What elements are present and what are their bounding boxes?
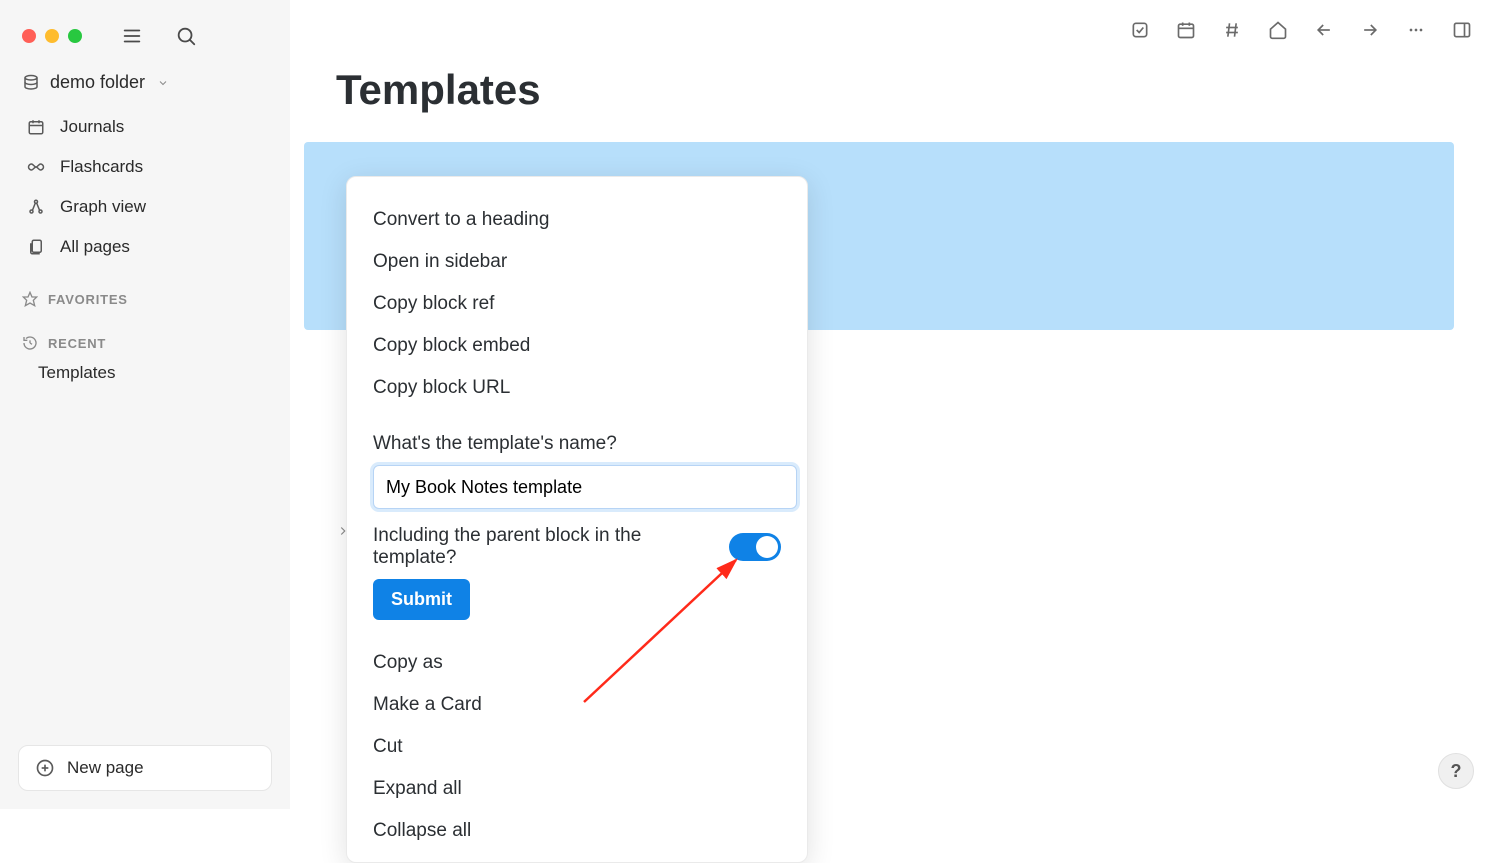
sidebar-item-allpages[interactable]: All pages (22, 227, 268, 267)
home-icon (1268, 20, 1288, 40)
help-button[interactable]: ? (1438, 753, 1474, 789)
menu-icon (121, 25, 143, 47)
ctx-copy-as[interactable]: Copy as (373, 642, 781, 684)
ctx-make-card[interactable]: Make a Card (373, 684, 781, 726)
template-name-prompt: What's the template's name? (373, 427, 781, 465)
chevron-down-icon (157, 77, 169, 89)
graph-name: demo folder (50, 72, 145, 93)
sidebar-item-label: All pages (60, 237, 130, 257)
favorites-label: FAVORITES (48, 292, 128, 307)
new-page-button[interactable]: New page (18, 745, 272, 791)
database-icon (22, 74, 40, 92)
recent-item-label: Templates (38, 363, 115, 382)
hash-button[interactable] (1216, 14, 1248, 46)
ctx-collapse-all[interactable]: Collapse all (373, 810, 781, 852)
calendar-icon (27, 118, 45, 136)
ctx-cut[interactable]: Cut (373, 726, 781, 768)
plus-circle-icon (35, 758, 55, 778)
more-button[interactable] (1400, 14, 1432, 46)
toggle-knob (756, 536, 778, 558)
template-name-input[interactable] (373, 465, 797, 509)
top-toolbar (290, 0, 1500, 46)
recent-label: RECENT (48, 336, 106, 351)
back-button[interactable] (1308, 14, 1340, 46)
sidebar-item-journals[interactable]: Journals (22, 107, 268, 147)
forward-button[interactable] (1354, 14, 1386, 46)
ctx-copy-block-url[interactable]: Copy block URL (373, 367, 781, 409)
pages-icon (27, 238, 45, 256)
home-button[interactable] (1262, 14, 1294, 46)
sidebar-nav: Journals Flashcards Graph view All pages (0, 99, 290, 267)
block-context-menu: Convert to a heading Open in sidebar Cop… (346, 176, 808, 863)
window-controls-row (0, 0, 290, 60)
todo-button[interactable] (1124, 14, 1156, 46)
new-page-label: New page (67, 758, 144, 778)
close-window-icon[interactable] (22, 29, 36, 43)
sidebar-item-label: Journals (60, 117, 124, 137)
include-parent-label: Including the parent block in the templa… (373, 525, 715, 569)
graph-select[interactable]: demo folder (0, 60, 290, 99)
ctx-copy-block-embed[interactable]: Copy block embed (373, 325, 781, 367)
search-icon (175, 25, 197, 47)
recent-item[interactable]: Templates (0, 355, 290, 391)
sidebar-item-flashcards[interactable]: Flashcards (22, 147, 268, 187)
search-button[interactable] (170, 20, 202, 52)
page-title: Templates (336, 66, 1454, 114)
ctx-open-sidebar[interactable]: Open in sidebar (373, 241, 781, 283)
history-icon (22, 335, 38, 351)
favorites-section[interactable]: FAVORITES (0, 267, 290, 311)
arrow-right-icon (1360, 20, 1380, 40)
ctx-expand-all[interactable]: Expand all (373, 768, 781, 810)
checkbox-icon (1130, 20, 1150, 40)
infinity-icon (26, 158, 46, 176)
ctx-convert-heading[interactable]: Convert to a heading (373, 199, 781, 241)
dots-icon (1406, 20, 1426, 40)
sidebar-item-label: Graph view (60, 197, 146, 217)
minimize-window-icon[interactable] (45, 29, 59, 43)
right-sidebar-button[interactable] (1446, 14, 1478, 46)
traffic-lights (22, 29, 82, 43)
include-parent-row: Including the parent block in the templa… (373, 509, 781, 579)
calendar-icon (1176, 20, 1196, 40)
help-label: ? (1451, 761, 1462, 782)
ctx-copy-block-ref[interactable]: Copy block ref (373, 283, 781, 325)
submit-button[interactable]: Submit (373, 579, 470, 620)
sidebar: demo folder Journals Flashcards Graph vi… (0, 0, 290, 809)
include-parent-toggle[interactable] (729, 533, 781, 561)
sidebar-item-graphview[interactable]: Graph view (22, 187, 268, 227)
panel-right-icon (1452, 20, 1472, 40)
calendar-button[interactable] (1170, 14, 1202, 46)
star-icon (22, 291, 38, 307)
hash-icon (1222, 20, 1242, 40)
sidebar-item-label: Flashcards (60, 157, 143, 177)
maximize-window-icon[interactable] (68, 29, 82, 43)
menu-button[interactable] (116, 20, 148, 52)
recent-section[interactable]: RECENT (0, 311, 290, 355)
arrow-left-icon (1314, 20, 1334, 40)
graph-icon (27, 198, 45, 216)
